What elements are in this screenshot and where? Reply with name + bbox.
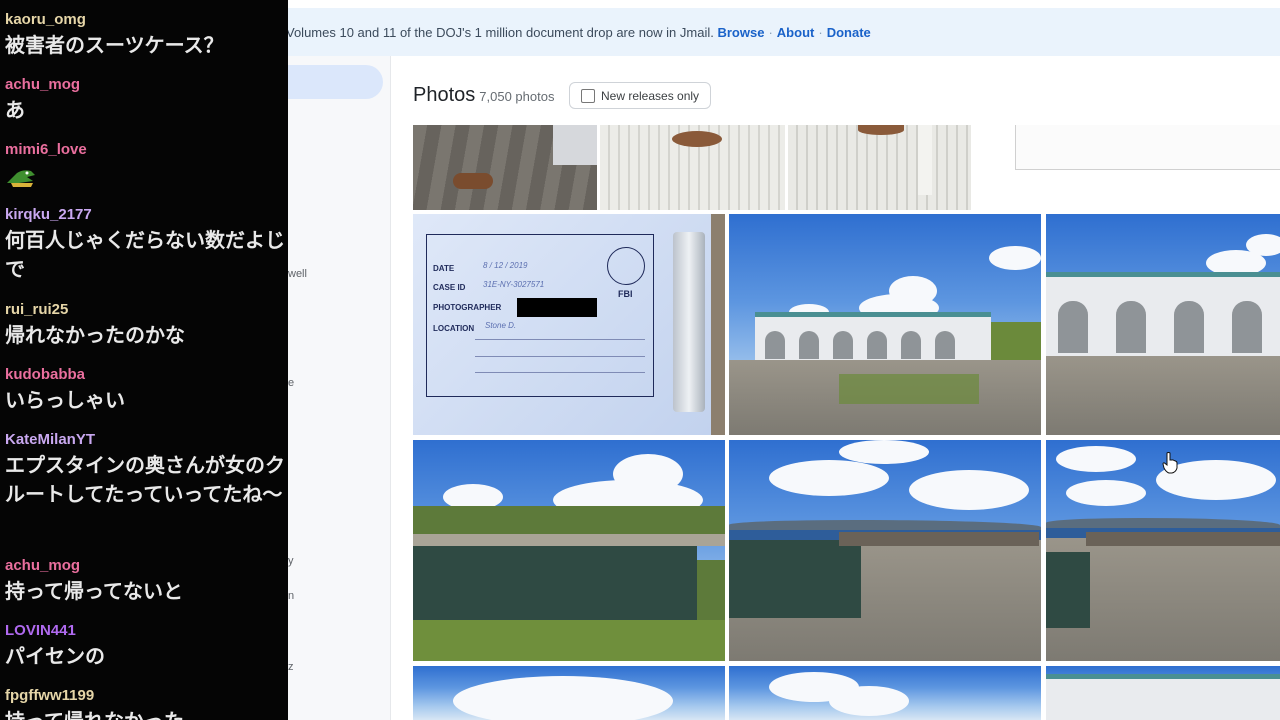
photo-tile-fbi-card[interactable]: DATE 8 / 12 / 2019 CASE ID 31E-NY-302757… bbox=[413, 214, 725, 435]
new-releases-filter[interactable]: New releases only bbox=[569, 82, 711, 109]
chat-text: いらっしゃい bbox=[5, 390, 125, 412]
chat-message: achu_mog 持って帰ってないと bbox=[5, 557, 287, 607]
chat-username[interactable]: kirqku_2177 bbox=[5, 206, 287, 224]
chat-text: パイセンの bbox=[5, 646, 105, 668]
chat-message: kirqku_2177 何百人じゃくだらない数だよじで bbox=[5, 206, 287, 285]
chat-text: 持って帰ってないと bbox=[5, 581, 183, 603]
chat-username[interactable]: mimi6_love bbox=[5, 141, 287, 159]
banner-separator: · bbox=[818, 24, 823, 40]
sidebar-item-label[interactable]: n bbox=[288, 590, 294, 602]
chat-username[interactable]: kudobabba bbox=[5, 366, 287, 384]
photos-title-text: Photos bbox=[413, 84, 476, 106]
form-location-label: LOCATION bbox=[433, 324, 475, 333]
sidebar-item-label[interactable]: well bbox=[288, 268, 307, 280]
announcement-banner: Volumes 10 and 11 of the DOJ's 1 million… bbox=[286, 8, 1280, 56]
photo-tile[interactable] bbox=[600, 125, 785, 210]
chat-message: KateMilanYT エプスタインの奥さんが女のクルートしてたっていってたね～ bbox=[5, 431, 287, 510]
chat-text: あ bbox=[5, 100, 25, 122]
chat-username[interactable]: kaoru_omg bbox=[5, 11, 287, 29]
form-location-value: Stone D. bbox=[485, 321, 517, 330]
photo-count: 7,050 photos bbox=[479, 89, 555, 104]
form-date-label: DATE bbox=[433, 264, 455, 273]
chat-username[interactable]: achu_mog bbox=[5, 76, 287, 94]
chat-text: エプスタインの奥さんが女のクルートしてたっていってたね～ bbox=[5, 455, 285, 506]
banner-separator: · bbox=[768, 24, 773, 40]
photo-tile[interactable] bbox=[729, 440, 1041, 661]
redaction-box bbox=[517, 298, 597, 317]
about-link[interactable]: About bbox=[777, 25, 815, 40]
chat-message: fpgffww1199 持って帰れなかった bbox=[5, 687, 287, 720]
photo-tile[interactable] bbox=[729, 666, 1041, 720]
photo-tile[interactable] bbox=[788, 125, 971, 210]
photo-tile[interactable] bbox=[1046, 214, 1280, 435]
photo-tile[interactable] bbox=[975, 125, 1280, 210]
chat-message: mimi6_love bbox=[5, 141, 287, 194]
new-releases-label: New releases only bbox=[601, 88, 700, 103]
photo-tile[interactable] bbox=[413, 125, 597, 210]
form-case-value: 31E-NY-3027571 bbox=[483, 280, 545, 289]
sidebar-item-label[interactable]: z bbox=[288, 661, 294, 673]
fbi-seal-icon bbox=[607, 247, 645, 285]
browse-link[interactable]: Browse bbox=[717, 25, 764, 40]
fbi-seal-label: FBI bbox=[618, 289, 633, 299]
sidebar-item-active[interactable] bbox=[288, 65, 383, 99]
chat-message: kaoru_omg 被害者のスーツケース？ bbox=[5, 11, 287, 61]
page-title: Photos 7,050 photos bbox=[413, 84, 554, 107]
chat-message: LOVIN441 パイセンの bbox=[5, 622, 287, 672]
form-date-value: 8 / 12 / 2019 bbox=[483, 261, 528, 270]
banner-text: Volumes 10 and 11 of the DOJ's 1 million… bbox=[286, 24, 714, 40]
chat-message: achu_mog あ bbox=[5, 76, 287, 126]
chat-username[interactable]: LOVIN441 bbox=[5, 622, 287, 640]
chat-text: 何百人じゃくだらない数だよじで bbox=[5, 230, 285, 281]
chat-text: 帰れなかったのかな bbox=[5, 325, 185, 347]
form-photographer-label: PHOTOGRAPHER bbox=[433, 303, 502, 312]
chat-text: 持って帰れなかった bbox=[5, 708, 287, 720]
chat-panel: kaoru_omg 被害者のスーツケース？ achu_mog あ mimi6_l… bbox=[0, 0, 288, 720]
chat-username[interactable]: rui_rui25 bbox=[5, 301, 287, 319]
sidebar bbox=[288, 56, 391, 720]
photo-tile[interactable] bbox=[729, 214, 1041, 435]
photo-tile[interactable] bbox=[1046, 666, 1280, 720]
alligator-emote-icon bbox=[7, 170, 35, 187]
chat-text: 被害者のスーツケース？ bbox=[5, 35, 224, 57]
chat-username[interactable]: fpgffww1199 bbox=[5, 687, 287, 705]
photo-tile[interactable] bbox=[413, 666, 725, 720]
sidebar-item-label[interactable]: y bbox=[288, 555, 294, 567]
donate-link[interactable]: Donate bbox=[827, 25, 871, 40]
photo-tile[interactable] bbox=[413, 440, 725, 661]
checkbox-icon[interactable] bbox=[581, 88, 595, 103]
sidebar-item-label[interactable]: e bbox=[288, 377, 294, 389]
hand-cursor-icon bbox=[1162, 452, 1178, 474]
chat-username[interactable]: achu_mog bbox=[5, 557, 287, 575]
chat-message: kudobabba いらっしゃい bbox=[5, 366, 287, 416]
form-case-label: CASE ID bbox=[433, 283, 466, 292]
browser-top-strip bbox=[288, 0, 1280, 8]
chat-message: rui_rui25 帰れなかったのかな bbox=[5, 301, 287, 351]
chat-username[interactable]: KateMilanYT bbox=[5, 431, 287, 449]
